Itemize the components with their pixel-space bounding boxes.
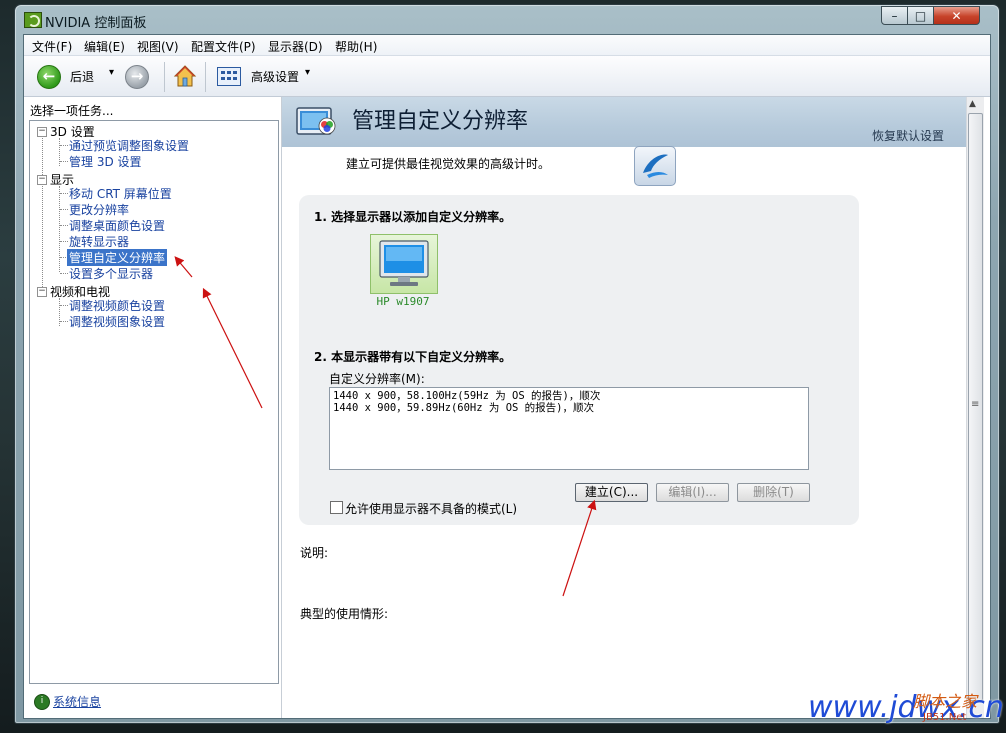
watermark-small: JB51.Net <box>923 712 967 723</box>
arrow-annotation <box>562 499 597 597</box>
annotation-arrows <box>174 256 597 597</box>
arrow-annotation <box>174 256 193 278</box>
arrow-annotation <box>202 287 263 409</box>
watermark-site: 脚本之家 <box>913 692 978 711</box>
